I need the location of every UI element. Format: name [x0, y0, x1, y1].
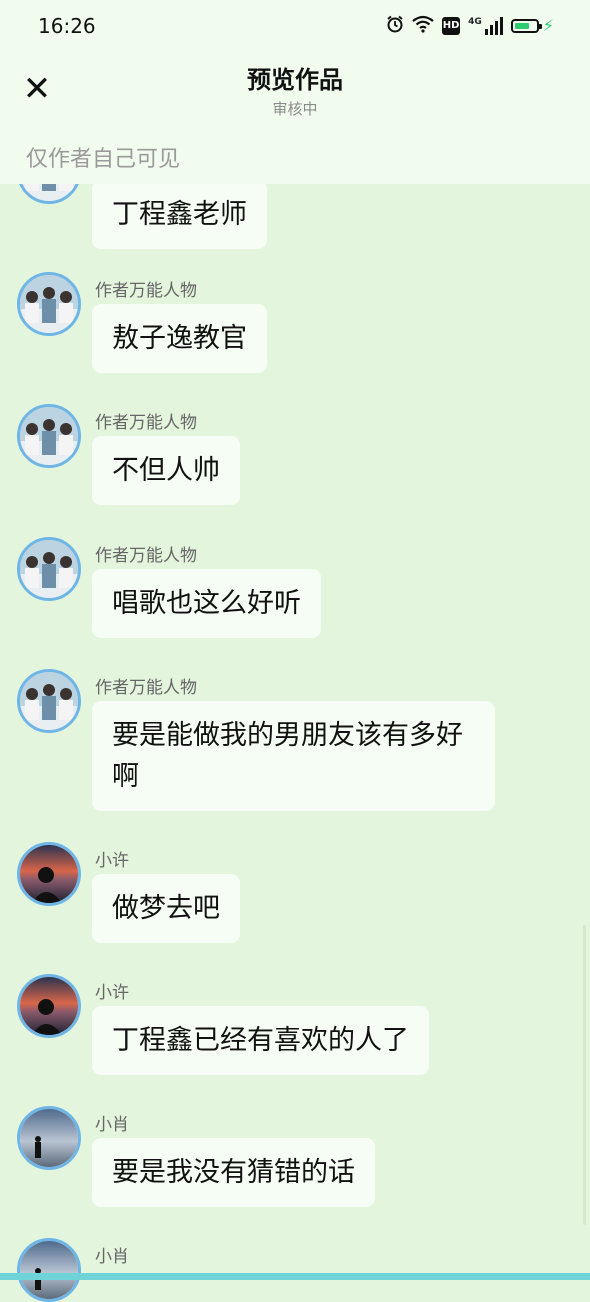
sender-name: 作者万能人物 [95, 281, 197, 301]
chat-area: 丁程鑫老师 作者万能人物 敖子逸教官 作者万能人物 不但人帅 作者万能人物 唱歌… [0, 0, 590, 1302]
status-icons: HD 4G ⚡ [386, 15, 554, 37]
visibility-note: 仅作者自己可见 [26, 147, 181, 172]
sender-name: 小肖 [95, 1115, 129, 1135]
sender-name: 小许 [95, 983, 129, 1003]
message-bubble[interactable]: 丁程鑫老师 [92, 180, 267, 249]
sunset-person-avatar[interactable] [17, 842, 81, 906]
review-status: 审核中 [272, 100, 318, 118]
message-bubble[interactable]: 唱歌也这么好听 [92, 569, 321, 638]
alarm-icon [386, 15, 404, 37]
sender-name: 小许 [95, 851, 129, 871]
sender-name: 作者万能人物 [95, 413, 197, 433]
message-bubble[interactable]: 做梦去吧 [92, 874, 240, 943]
signal-icon: 4G [468, 17, 503, 35]
status-time: 16:26 [38, 14, 96, 38]
sunset-person-avatar[interactable] [17, 974, 81, 1038]
group-photo-avatar[interactable] [17, 404, 81, 468]
group-photo-avatar[interactable] [17, 537, 81, 601]
page-title: 预览作品 [247, 66, 343, 94]
hd-icon: HD [442, 17, 461, 35]
message-bubble[interactable]: 不但人帅 [92, 436, 240, 505]
status-bar: 16:26 HD 4G ⚡ [0, 0, 590, 52]
network-type: 4G [468, 17, 482, 27]
charging-icon: ⚡ [542, 16, 554, 35]
lone-figure-avatar[interactable] [17, 1106, 81, 1170]
scrollbar[interactable] [583, 925, 586, 1225]
sender-name: 作者万能人物 [95, 546, 197, 566]
message-bubble[interactable]: 丁程鑫已经有喜欢的人了 [92, 1006, 429, 1075]
sender-name: 作者万能人物 [95, 678, 197, 698]
header-panel: 16:26 HD 4G ⚡ ✕ 预览作品 审核中 仅作者自己可见 [0, 0, 590, 184]
message-bubble[interactable]: 敖子逸教官 [92, 304, 267, 373]
wifi-icon [412, 15, 434, 37]
group-photo-avatar[interactable] [17, 669, 81, 733]
group-photo-avatar[interactable] [17, 272, 81, 336]
sender-name: 小肖 [95, 1247, 129, 1267]
battery-icon [510, 19, 542, 33]
bottom-strip [0, 1273, 590, 1280]
lone-figure-avatar[interactable] [17, 1238, 81, 1302]
message-bubble[interactable]: 要是能做我的男朋友该有多好啊 [92, 701, 495, 811]
message-bubble[interactable]: 要是我没有猜错的话 [92, 1138, 375, 1207]
